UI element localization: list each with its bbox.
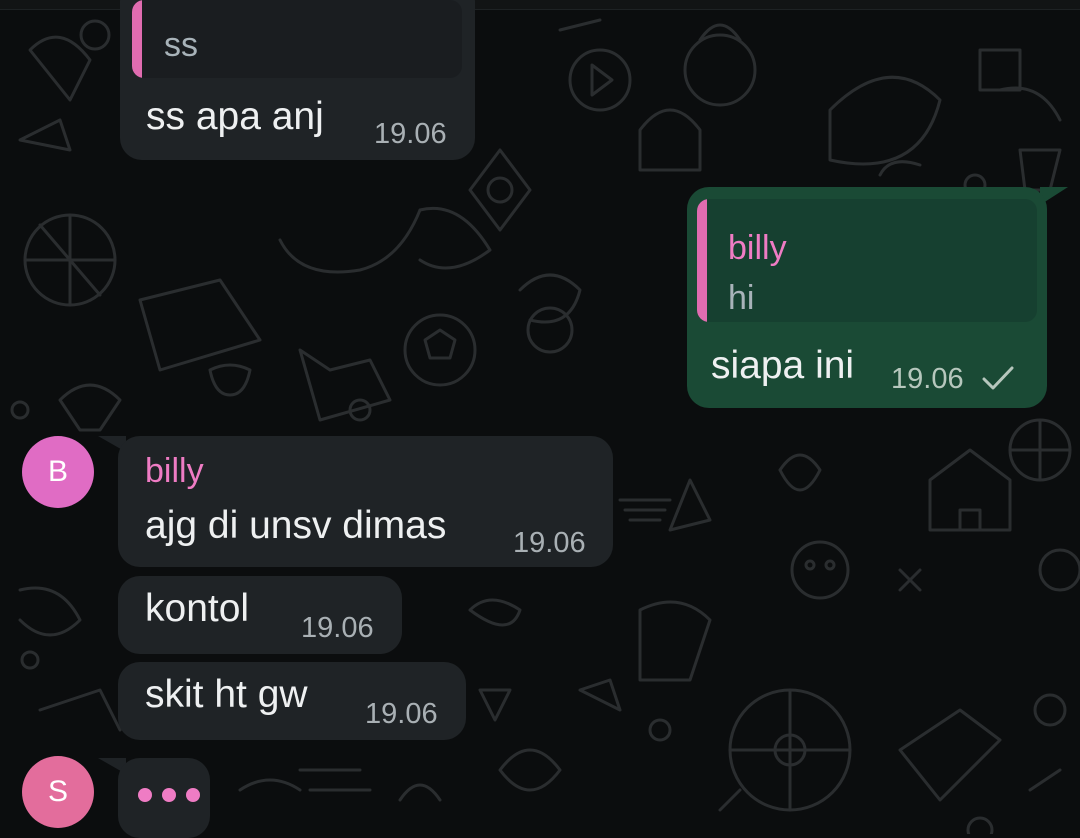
quoted-text: hi (728, 279, 755, 317)
message-text: siapa ini (711, 344, 855, 387)
message-bubble[interactable]: billy ajg di unsv dimas 19.06 (118, 436, 613, 567)
message-bubble[interactable]: kontol 19.06 (118, 576, 402, 654)
message-time: 19.06 (301, 612, 374, 644)
avatar[interactable]: S (22, 756, 94, 828)
avatar-initial: S (47, 775, 68, 808)
typing-indicator-bubble (118, 758, 210, 838)
message-text: kontol (145, 587, 250, 630)
message-bubble[interactable]: ss ss apa anj 19.06 (120, 0, 475, 160)
sender-name[interactable]: billy (145, 452, 204, 491)
message-time: 19.06 (513, 527, 586, 559)
message-time: 19.06 (365, 698, 438, 730)
message-time: 19.06 (374, 118, 447, 150)
quote-accent-bar (132, 0, 142, 78)
message-bubble[interactable]: skit ht gw 19.06 (118, 662, 466, 740)
message-bubble-outgoing[interactable]: billy hi siapa ini 19.06 (687, 187, 1047, 408)
quote-accent-bar (697, 199, 707, 322)
message-text: ajg di unsv dimas (145, 504, 447, 547)
typing-dots-icon (138, 788, 200, 802)
quoted-message[interactable]: ss (132, 0, 462, 78)
message-text: ss apa anj (146, 95, 324, 138)
quoted-text: ss (164, 26, 198, 64)
avatar-initial: B (47, 455, 68, 488)
avatar[interactable]: B (22, 436, 94, 508)
message-text: skit ht gw (145, 673, 308, 716)
check-icon (982, 366, 1014, 390)
quoted-sender-name: billy (728, 229, 787, 267)
quoted-message[interactable]: billy hi (697, 199, 1037, 322)
message-time: 19.06 (891, 363, 964, 395)
